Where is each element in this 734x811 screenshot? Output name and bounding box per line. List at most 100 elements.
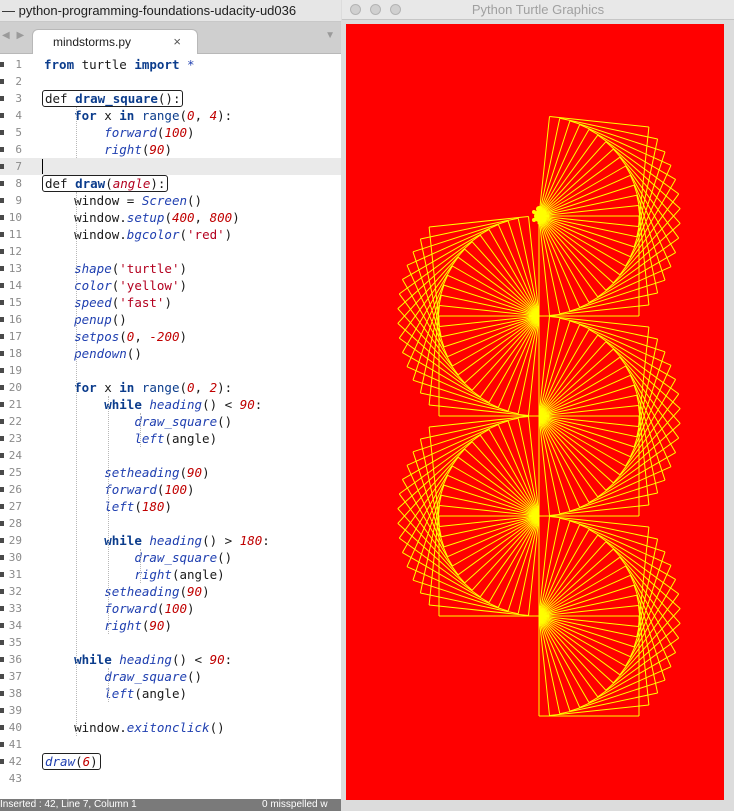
line-number: 20 (0, 379, 30, 396)
fold-marker-icon[interactable] (0, 317, 4, 322)
fold-marker-icon[interactable] (0, 640, 4, 645)
code-line[interactable]: speed('fast') (44, 294, 172, 311)
turtle-graphics-window: Python Turtle Graphics (342, 0, 734, 811)
fold-marker-icon[interactable] (0, 436, 4, 441)
turtle-stroke (538, 324, 581, 417)
code-line[interactable]: pendown() (44, 345, 142, 362)
fold-marker-icon[interactable] (0, 334, 4, 339)
fold-marker-icon[interactable] (0, 521, 4, 526)
code-line[interactable]: for x in range(0, 2): (44, 379, 232, 396)
code-line[interactable]: shape('turtle') (44, 260, 187, 277)
code-line[interactable]: window.bgcolor('red') (44, 226, 232, 243)
line-number-label: 39 (8, 704, 22, 717)
code-line[interactable]: def draw(angle): (42, 175, 169, 192)
fold-marker-icon[interactable] (0, 691, 4, 696)
fold-marker-icon[interactable] (0, 453, 4, 458)
fold-marker-icon[interactable] (0, 572, 4, 577)
fold-marker-icon[interactable] (0, 555, 4, 560)
line-number-label: 35 (8, 636, 22, 649)
line-number-label: 6 (15, 143, 22, 156)
fold-marker-icon[interactable] (0, 606, 4, 611)
fold-marker-icon[interactable] (0, 198, 4, 203)
turtle-stroke (419, 238, 442, 337)
fold-marker-icon[interactable] (0, 487, 4, 492)
turtle-stroke (638, 526, 650, 627)
fold-marker-icon[interactable] (0, 232, 4, 237)
turtle-canvas[interactable] (346, 24, 724, 800)
fold-marker-icon[interactable] (0, 742, 4, 747)
code-line[interactable]: setheading(90) (44, 583, 209, 600)
code-line[interactable]: window.exitonclick() (44, 719, 225, 736)
code-line[interactable]: draw(6) (42, 753, 101, 770)
fold-marker-icon[interactable] (0, 96, 4, 101)
code-line[interactable]: forward(100) (44, 600, 194, 617)
chevron-down-icon[interactable]: ▼ (325, 30, 335, 41)
code-line[interactable]: def draw_square(): (42, 90, 184, 107)
code-line[interactable]: left(angle) (44, 685, 187, 702)
code-line[interactable]: for x in range(0, 4): (44, 107, 232, 124)
code-line[interactable]: window = Screen() (44, 192, 202, 209)
fold-marker-icon[interactable] (0, 385, 4, 390)
turtle-stroke (429, 404, 529, 416)
fold-marker-icon[interactable] (0, 402, 4, 407)
code-line[interactable]: draw_square() (44, 668, 202, 685)
fold-marker-icon[interactable] (0, 300, 4, 305)
fold-marker-icon[interactable] (0, 368, 4, 373)
line-number-label: 1 (15, 58, 22, 71)
code-line[interactable]: penup() (44, 311, 127, 328)
fold-marker-icon[interactable] (0, 147, 4, 152)
fold-marker-icon[interactable] (0, 589, 4, 594)
line-number-label: 18 (8, 347, 22, 360)
fold-marker-icon[interactable] (0, 113, 4, 118)
code-line[interactable]: window.setup(400, 800) (44, 209, 240, 226)
fold-marker-icon[interactable] (0, 351, 4, 356)
code-line[interactable]: draw_square() (44, 549, 232, 566)
fold-marker-icon[interactable] (0, 708, 4, 713)
code-line[interactable]: from turtle import * (44, 56, 195, 73)
fold-marker-icon[interactable] (0, 283, 4, 288)
fold-marker-icon[interactable] (0, 266, 4, 271)
fold-marker-icon[interactable] (0, 79, 4, 84)
code-line[interactable]: forward(100) (44, 124, 194, 141)
line-number-label: 8 (15, 177, 22, 190)
line-number-label: 3 (15, 92, 22, 105)
fold-marker-icon[interactable] (0, 130, 4, 135)
line-number: 36 (0, 651, 30, 668)
close-icon[interactable]: × (173, 34, 181, 49)
fold-marker-icon[interactable] (0, 504, 4, 509)
tab-nav-arrows-icon[interactable]: ◀ ▶ (2, 30, 26, 41)
fold-marker-icon[interactable] (0, 674, 4, 679)
line-number-label: 41 (8, 738, 22, 751)
fold-marker-icon[interactable] (0, 725, 4, 730)
fold-marker-icon[interactable] (0, 623, 4, 628)
code-line[interactable]: left(angle) (44, 430, 217, 447)
code-editor[interactable]: 1 2 3 4 5 6 7 8 9 10 11 12 13 14 15 16 17 18 19 20 21 22 23 24 2… (0, 54, 341, 799)
code-line[interactable]: forward(100) (44, 481, 194, 498)
code-line[interactable]: while heading() < 90: (44, 651, 232, 668)
turtle-stroke (428, 426, 440, 527)
line-number-label: 2 (15, 75, 22, 88)
fold-marker-icon[interactable] (0, 759, 4, 764)
code-line[interactable]: while heading() > 180: (44, 532, 270, 549)
fold-marker-icon[interactable] (0, 215, 4, 220)
fold-marker-icon[interactable] (0, 419, 4, 424)
fold-marker-icon[interactable] (0, 164, 4, 169)
turtle-stroke (406, 265, 449, 357)
code-line[interactable]: right(90) (44, 141, 172, 158)
code-line[interactable]: color('yellow') (44, 277, 187, 294)
fold-marker-icon[interactable] (0, 470, 4, 475)
code-line[interactable]: setheading(90) (44, 464, 209, 481)
line-number: 42 (0, 753, 30, 770)
code-line[interactable]: setpos(0, -200) (44, 328, 187, 345)
tab-mindstorms-py[interactable]: mindstorms.py × (32, 29, 198, 55)
fold-marker-icon[interactable] (0, 62, 4, 67)
fold-marker-icon[interactable] (0, 181, 4, 186)
line-number: 41 (0, 736, 30, 753)
fold-marker-icon[interactable] (0, 249, 4, 254)
code-line[interactable]: draw_square() (44, 413, 232, 430)
fold-marker-icon[interactable] (0, 538, 4, 543)
line-number-label: 25 (8, 466, 22, 479)
fold-marker-icon[interactable] (0, 657, 4, 662)
turtle-stroke (402, 352, 490, 404)
code-line[interactable]: right(angle) (44, 566, 224, 583)
